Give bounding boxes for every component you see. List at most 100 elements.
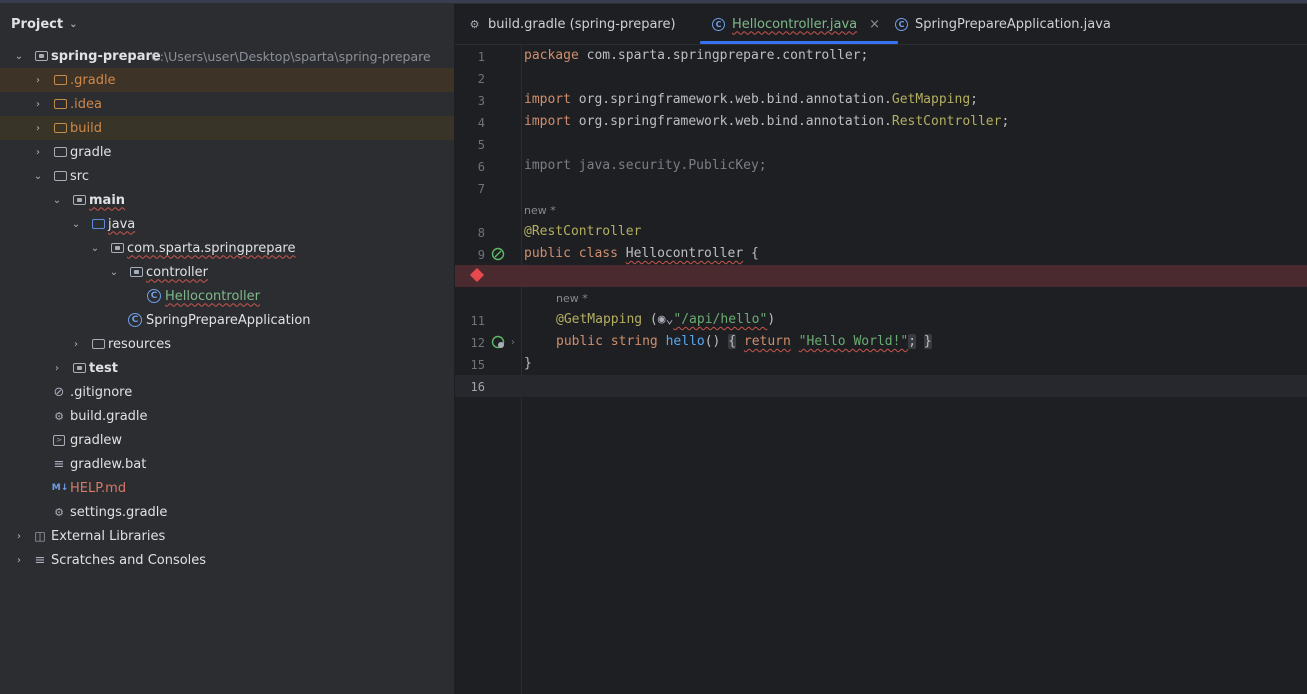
tree-item-springprepareapplication[interactable]: C SpringPrepareApplication — [0, 308, 454, 332]
line-number: 9 — [477, 248, 485, 262]
tree-item-test[interactable]: › test — [0, 356, 454, 380]
chevron-right-icon[interactable]: › — [50, 363, 64, 374]
tree-item-label: java — [108, 216, 136, 232]
code-line-9: public class Hellocontroller { — [524, 246, 759, 261]
tree-item-main[interactable]: ⌄ main — [0, 188, 454, 212]
folder-icon — [52, 144, 68, 160]
module-folder-icon — [33, 48, 49, 64]
markdown-icon: M↓ — [51, 483, 69, 493]
line-number: 2 — [477, 72, 485, 86]
class-icon: C — [895, 17, 908, 31]
code-line-1: package com.sparta.springprepare.control… — [524, 48, 869, 63]
globe-icon[interactable]: ◉⌄ — [658, 312, 674, 327]
current-line-highlight — [455, 375, 1307, 397]
chevron-down-icon[interactable]: ⌄ — [50, 195, 64, 206]
close-icon[interactable]: × — [869, 17, 880, 32]
tree-item-controller[interactable]: ⌄ controller — [0, 260, 454, 284]
line-number: 12 — [470, 336, 485, 350]
chevron-down-icon[interactable]: ⌄ — [88, 243, 102, 254]
chevron-right-icon[interactable]: › — [31, 147, 45, 158]
inlay-hint-new[interactable]: new * — [556, 292, 588, 305]
tree-item-idea[interactable]: › .idea — [0, 92, 454, 116]
code-line-3: import org.springframework.web.bind.anno… — [524, 92, 978, 107]
chevron-down-icon[interactable]: ⌄ — [12, 51, 26, 62]
tree-item-label: gradlew — [70, 432, 123, 448]
chevron-right-icon[interactable]: › — [12, 555, 26, 566]
code-editor[interactable] — [522, 45, 1307, 694]
folded-region-open[interactable]: { — [728, 334, 737, 349]
tree-item-label: spring-prepare — [51, 48, 161, 64]
line-number: 8 — [477, 226, 485, 240]
tree-item-label: .gitignore — [70, 384, 133, 400]
line-number: 5 — [477, 138, 485, 152]
inlay-hint-new[interactable]: new * — [524, 204, 556, 217]
tree-item-src[interactable]: ⌄ src — [0, 164, 454, 188]
chevron-down-icon[interactable]: ⌄ — [107, 267, 121, 278]
gradle-icon: ⚙ — [469, 17, 480, 31]
tree-item-hellocontroller[interactable]: C Hellocontroller — [0, 284, 454, 308]
chevron-down-icon[interactable]: ⌄ — [31, 171, 45, 182]
tree-item-label: SpringPrepareApplication — [146, 312, 311, 328]
tree-item-build[interactable]: › build — [0, 116, 454, 140]
tree-item-resources[interactable]: › resources — [0, 332, 454, 356]
tree-item-gradle[interactable]: › gradle — [0, 140, 454, 164]
line-number: 7 — [477, 182, 485, 196]
tree-item-build-gradle[interactable]: ⚙ build.gradle — [0, 404, 454, 428]
tree-item-spring-prepare[interactable]: ⌄ spring-prepare C:\Users\user\Desktop\s… — [0, 44, 454, 68]
tree-item-label: HELP.md — [70, 480, 127, 496]
tab-label: SpringPrepareApplication.java — [915, 16, 1111, 32]
tree-item-help-md[interactable]: M↓ HELP.md — [0, 476, 454, 500]
chevron-right-icon[interactable]: › — [31, 123, 45, 134]
chevron-right-icon[interactable]: › — [12, 531, 26, 542]
package-icon — [109, 240, 125, 256]
tree-item-package[interactable]: ⌄ com.sparta.springprepare — [0, 236, 454, 260]
tree-item-gitignore[interactable]: ⊘ .gitignore — [0, 380, 454, 404]
folder-icon — [52, 72, 68, 88]
tab-build-gradle[interactable]: ⚙ build.gradle (spring-prepare) — [468, 4, 676, 44]
tree-item-label: resources — [108, 336, 172, 352]
line-number: 3 — [477, 94, 485, 108]
chevron-down-icon[interactable]: ⌄ — [69, 19, 77, 30]
folded-region-close[interactable]: } — [923, 334, 932, 349]
tree-item-gradlew-bat[interactable]: ≡ gradlew.bat — [0, 452, 454, 476]
chevron-right-icon[interactable]: › — [31, 75, 45, 86]
tree-item-scratches[interactable]: › ≡ Scratches and Consoles — [0, 548, 454, 572]
tree-item-settings-gradle[interactable]: ⚙ settings.gradle — [0, 500, 454, 524]
code-line-6: import java.security.PublicKey; — [524, 158, 767, 173]
tab-hellocontroller[interactable]: C Hellocontroller.java × — [700, 4, 899, 44]
chevron-right-icon[interactable]: › — [69, 339, 83, 350]
tree-item-external-libraries[interactable]: › ◫ External Libraries — [0, 524, 454, 548]
terminal-file-icon: > — [51, 432, 67, 448]
spring-bean-icon[interactable] — [491, 247, 505, 261]
tree-item-gradlew[interactable]: > gradlew — [0, 428, 454, 452]
project-panel-header[interactable]: Project ⌄ — [0, 4, 454, 44]
chevron-right-icon[interactable]: › — [31, 99, 45, 110]
line-number: 15 — [470, 358, 485, 372]
resources-folder-icon — [90, 336, 106, 352]
project-panel: Project ⌄ ⌄ spring-prepare C:\Users\user… — [0, 4, 455, 694]
gradle-icon: ⚙ — [54, 409, 64, 423]
library-icon: ◫ — [34, 529, 46, 543]
folder-icon — [52, 96, 68, 112]
tree-item-label: Scratches and Consoles — [51, 552, 207, 568]
request-mapping-icon[interactable] — [491, 335, 505, 349]
tree-item-label: External Libraries — [51, 528, 166, 544]
error-highlight-line — [455, 265, 1307, 287]
code-line-4: import org.springframework.web.bind.anno… — [524, 114, 1010, 129]
fold-chevron-icon[interactable]: › — [511, 337, 515, 348]
tree-item-java[interactable]: ⌄ java — [0, 212, 454, 236]
folder-icon — [52, 120, 68, 136]
folder-icon — [52, 168, 68, 184]
tree-item-label: gradle — [70, 144, 112, 160]
active-tab-indicator — [700, 41, 899, 44]
line-number: 6 — [477, 160, 485, 174]
tree-item-gradle-cache[interactable]: › .gradle — [0, 68, 454, 92]
source-root-folder-icon — [71, 192, 87, 208]
project-panel-title: Project — [11, 16, 64, 32]
tree-item-label: .idea — [70, 96, 102, 112]
tree-item-label: main — [89, 192, 126, 208]
line-number: 11 — [470, 314, 485, 328]
ignore-file-icon: ⊘ — [53, 384, 65, 400]
tab-springprepareapplication[interactable]: C SpringPrepareApplication.java — [895, 4, 1111, 44]
chevron-down-icon[interactable]: ⌄ — [69, 219, 83, 230]
